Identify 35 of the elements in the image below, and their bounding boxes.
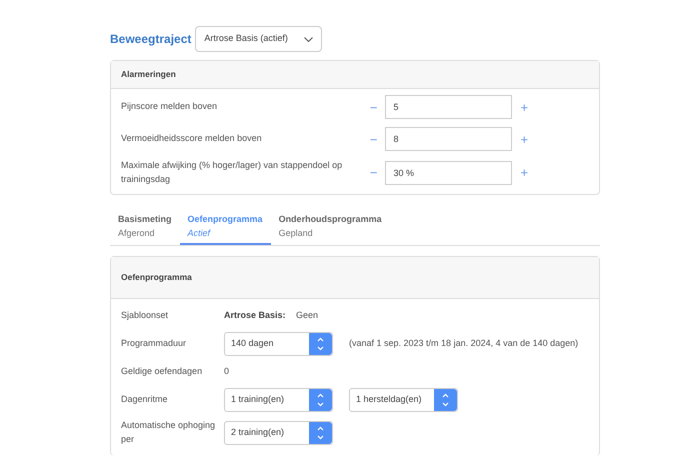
- field-label: Dagenritme: [121, 393, 169, 406]
- field-label: Pijnscore melden boven: [121, 100, 218, 114]
- number-field[interactable]: 8: [385, 127, 512, 151]
- spinner-button[interactable]: [309, 333, 332, 355]
- field-value: Geen: [296, 309, 318, 322]
- template-name: Artrose Basis:: [224, 309, 287, 322]
- date-range-note: (vanaf 1 sep. 2023 t/m 18 jan. 2024, 4 van de 140 dagen): [349, 337, 578, 350]
- up-down-icon: [317, 426, 324, 440]
- field-label: Sjabloonset: [121, 309, 170, 322]
- number-field[interactable]: 30 %: [385, 160, 512, 184]
- up-down-icon: [317, 393, 324, 407]
- field-value: 0: [224, 365, 230, 378]
- spinner-field[interactable]: 1 training(en): [224, 388, 333, 412]
- page-title: Beweegtraject: [110, 31, 192, 48]
- field-label: Programmaduur: [121, 337, 188, 350]
- panel-title: Alarmeringen: [121, 68, 176, 81]
- field-label: Geldige oefendagen: [121, 365, 204, 378]
- spinner-field[interactable]: 140 dagen: [224, 332, 333, 356]
- select-dropdown[interactable]: Artrose Basis (actief): [195, 26, 322, 52]
- field-label: Vermoeidheidsscore melden boven: [121, 132, 263, 146]
- tab[interactable]: Basismeting Afgerond: [110, 209, 180, 245]
- spinner-button[interactable]: [434, 389, 457, 411]
- field-label: Automatische ophoging per: [121, 419, 216, 446]
- spinner-field[interactable]: 2 training(en): [224, 420, 333, 444]
- spinner-button[interactable]: [309, 389, 332, 411]
- tab[interactable]: Onderhoudsprogramma Gepland: [270, 209, 390, 245]
- up-down-icon: [317, 337, 324, 351]
- panel-title: Oefenprogramma: [121, 271, 192, 284]
- number-field[interactable]: 5: [385, 95, 512, 119]
- tab[interactable]: Oefenprogramma Actief: [180, 209, 271, 245]
- spinner-field[interactable]: 1 hersteldag(en): [349, 388, 458, 412]
- spinner-button[interactable]: [309, 422, 332, 444]
- field-label: Maximale afwijking (% hoger/lager) van stappendoel op trainingsdag: [121, 159, 344, 186]
- up-down-icon: [442, 393, 449, 407]
- chevron-down-icon: [304, 36, 313, 42]
